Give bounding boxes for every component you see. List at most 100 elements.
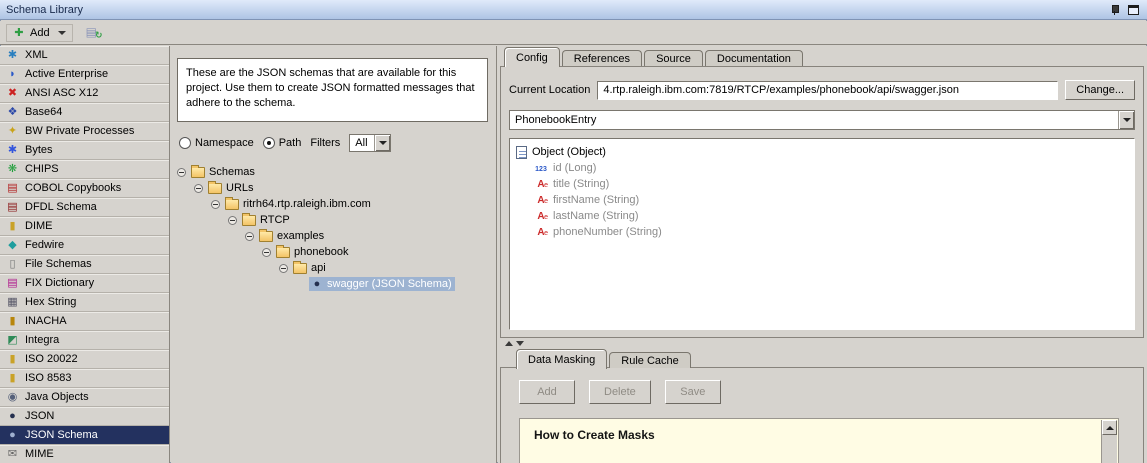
sidebar-item-ansi-asc-x12[interactable]: ANSI ASC X12 <box>0 84 169 103</box>
sidebar-item-dfdl-schema[interactable]: DFDL Schema <box>0 198 169 217</box>
filters-combo-arrow-button[interactable] <box>374 135 390 151</box>
xml-icon <box>5 48 20 62</box>
description-text: These are the JSON schemas that are avai… <box>177 58 488 122</box>
fedwire-icon <box>5 238 20 252</box>
path-radio[interactable]: Path <box>263 137 302 149</box>
schema-node-title-string[interactable]: title (String) <box>510 176 1134 192</box>
sidebar-item-bw-private-processes[interactable]: BW Private Processes <box>0 122 169 141</box>
sidebar-item-label: MIME <box>25 448 54 460</box>
sidebar-item-json-schema[interactable]: JSON Schema <box>0 426 169 445</box>
schema-node-phonenumber-string[interactable]: phoneNumber (String) <box>510 224 1134 240</box>
tab-config[interactable]: Config <box>504 47 560 67</box>
sidebar-item-iso-8583[interactable]: ISO 8583 <box>0 369 169 388</box>
sidebar-item-java-objects[interactable]: Java Objects <box>0 388 169 407</box>
expand-handle[interactable] <box>228 216 237 225</box>
entry-selector[interactable]: PhonebookEntry <box>509 110 1135 130</box>
tree-node-examples[interactable]: examples <box>171 228 496 244</box>
schema-node-object-object[interactable]: Object (Object) <box>510 144 1134 160</box>
filters-combo[interactable]: All <box>349 134 391 152</box>
expand-handle[interactable] <box>177 168 186 177</box>
sidebar-item-fix-dictionary[interactable]: FIX Dictionary <box>0 274 169 293</box>
schema-tree: Schemas URLs ritrh64.rtp.raleigh.ibm.com RT… <box>171 164 496 292</box>
sidebar-item-inacha[interactable]: INACHA <box>0 312 169 331</box>
entry-selector-arrow-button[interactable] <box>1118 111 1134 129</box>
tab-references[interactable]: References <box>562 50 642 66</box>
titlebar[interactable]: Schema Library <box>0 0 1147 20</box>
schema-node-firstname-string[interactable]: firstName (String) <box>510 192 1134 208</box>
filters-label: Filters <box>310 137 340 149</box>
schema-node-label: title (String) <box>553 178 609 190</box>
sync-schemas-button[interactable] <box>83 24 103 42</box>
tab-documentation[interactable]: Documentation <box>705 50 803 66</box>
namespace-radio[interactable]: Namespace <box>179 137 254 149</box>
add-button[interactable]: Add <box>519 380 575 404</box>
radio-circle-checked-icon <box>263 137 275 149</box>
tab-source[interactable]: Source <box>644 50 703 66</box>
sidebar-item-integra[interactable]: Integra <box>0 331 169 350</box>
tree-node-urls[interactable]: URLs <box>171 180 496 196</box>
sidebar-item-json[interactable]: JSON <box>0 407 169 426</box>
tree-node-rtcp[interactable]: RTCP <box>171 212 496 228</box>
toolbar: Add <box>0 21 1147 45</box>
sidebar-item-mime[interactable]: MIME <box>0 445 169 463</box>
sidebar-item-label: ANSI ASC X12 <box>25 87 98 99</box>
sidebar-item-base64[interactable]: Base64 <box>0 103 169 122</box>
sidebar-item-dime[interactable]: DIME <box>0 217 169 236</box>
sidebar-item-iso-20022[interactable]: ISO 20022 <box>0 350 169 369</box>
tree-node-label: examples <box>277 230 324 242</box>
iso-20022-icon <box>5 352 20 366</box>
folder-icon <box>191 167 205 178</box>
delete-button[interactable]: Delete <box>589 380 651 404</box>
sidebar-item-fedwire[interactable]: Fedwire <box>0 236 169 255</box>
chips-icon <box>5 162 20 176</box>
filter-row: Namespace Path Filters All <box>179 134 496 152</box>
current-location-input[interactable] <box>597 81 1058 100</box>
config-panel: Current Location Change... PhonebookEntr… <box>500 66 1144 338</box>
sidebar-item-file-schemas[interactable]: File Schemas <box>0 255 169 274</box>
splitter[interactable] <box>500 339 1144 348</box>
sidebar-item-bytes[interactable]: Bytes <box>0 141 169 160</box>
tree-node-schemas[interactable]: Schemas <box>171 164 496 180</box>
splitter-collapse-up-icon[interactable] <box>505 341 513 346</box>
pin-icon[interactable] <box>1109 4 1120 16</box>
tree-node-swagger-json-schema[interactable]: swagger (JSON Schema) <box>171 276 496 292</box>
expand-handle[interactable] <box>211 200 220 209</box>
tab-rule-cache[interactable]: Rule Cache <box>609 352 690 368</box>
mime-icon <box>5 447 20 461</box>
help-scrollbar[interactable] <box>1101 420 1117 463</box>
tree-node-ritrh64-rtp-raleigh-ibm-com[interactable]: ritrh64.rtp.raleigh.ibm.com <box>171 196 496 212</box>
save-button[interactable]: Save <box>665 380 721 404</box>
expand-handle[interactable] <box>279 264 288 273</box>
schema-node-lastname-string[interactable]: lastName (String) <box>510 208 1134 224</box>
add-dropdown-arrow-icon[interactable] <box>58 31 66 35</box>
tree-node-label: RTCP <box>260 214 290 226</box>
expand-handle[interactable] <box>262 248 271 257</box>
expand-handle[interactable] <box>245 232 254 241</box>
tree-node-phonebook[interactable]: phonebook <box>171 244 496 260</box>
sidebar-item-chips[interactable]: CHIPS <box>0 160 169 179</box>
sidebar-item-hex-string[interactable]: Hex String <box>0 293 169 312</box>
sidebar-item-label: Integra <box>25 334 59 346</box>
splitter-collapse-down-icon[interactable] <box>516 341 524 346</box>
schema-node-id-long[interactable]: id (Long) <box>510 160 1134 176</box>
folder-icon <box>259 231 273 242</box>
sidebar-item-cobol-copybooks[interactable]: COBOL Copybooks <box>0 179 169 198</box>
tree-node-label: phonebook <box>294 246 348 258</box>
tab-data-masking[interactable]: Data Masking <box>516 349 607 369</box>
sidebar-item-active-enterprise[interactable]: Active Enterprise <box>0 65 169 84</box>
tree-node-label: URLs <box>226 182 254 194</box>
sidebar-item-label: Fedwire <box>25 239 64 251</box>
path-radio-label: Path <box>279 137 302 149</box>
tree-node-api[interactable]: api <box>171 260 496 276</box>
fix-dictionary-icon <box>5 276 20 290</box>
current-location-row: Current Location Change... <box>509 80 1135 100</box>
expand-handle[interactable] <box>194 184 203 193</box>
sidebar-item-label: ISO 20022 <box>25 353 78 365</box>
masking-buttons: Add Delete Save <box>519 380 1143 404</box>
maximize-icon[interactable] <box>1128 5 1139 15</box>
change-button[interactable]: Change... <box>1065 80 1135 100</box>
sync-schemas-icon <box>86 26 100 39</box>
scroll-up-button[interactable] <box>1102 420 1117 435</box>
sidebar-item-xml[interactable]: XML <box>0 46 169 65</box>
add-button[interactable]: Add <box>6 24 73 42</box>
